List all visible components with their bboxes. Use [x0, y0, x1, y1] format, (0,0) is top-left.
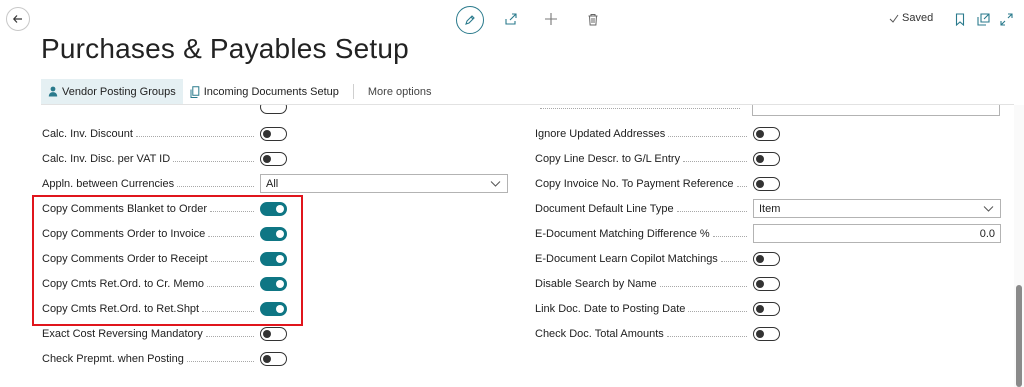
vendor-posting-groups-label: Vendor Posting Groups [62, 85, 176, 98]
field-calc-inv-disc-per-vat-id: Calc. Inv. Disc. per VAT ID [42, 146, 512, 171]
exact-cost-reversing-mandatory-toggle[interactable] [260, 326, 287, 341]
field-label: Link Doc. Date to Posting Date [535, 302, 753, 315]
check-icon [889, 14, 899, 23]
right-field-column: Ignore Updated Addresses Copy Line Descr… [535, 121, 1005, 346]
person-icon [48, 86, 58, 97]
expand-button[interactable] [997, 10, 1015, 28]
field-label: Copy Line Descr. to G/L Entry [535, 152, 753, 165]
field-label: Appln. between Currencies [42, 177, 260, 190]
expand-icon [999, 12, 1013, 26]
plus-icon [545, 13, 557, 25]
field-label: Copy Invoice No. To Payment Reference [535, 177, 753, 190]
scrolled-off-toggle [260, 105, 288, 115]
save-status: Saved [889, 12, 933, 24]
incoming-documents-setup-label: Incoming Documents Setup [203, 85, 339, 98]
new-button[interactable] [542, 10, 560, 28]
edit-button[interactable] [456, 6, 484, 34]
field-link-doc-date-to-posting-date: Link Doc. Date to Posting Date [535, 296, 1005, 321]
incoming-documents-setup-button[interactable]: Incoming Documents Setup [183, 79, 346, 104]
scrollbar-thumb[interactable] [1016, 285, 1022, 387]
check-prepmt-when-posting-toggle[interactable] [260, 351, 287, 366]
field-label: Calc. Inv. Disc. per VAT ID [42, 152, 260, 165]
document-default-line-type-select[interactable]: Item [753, 199, 1001, 218]
disable-search-by-name-toggle[interactable] [753, 276, 780, 291]
scrolled-off-label-leader [540, 108, 740, 109]
field-label: E-Document Matching Difference % [535, 227, 753, 240]
more-options-label: More options [367, 85, 432, 98]
field-label: Ignore Updated Addresses [535, 127, 753, 140]
document-icon [190, 85, 200, 98]
select-value: All [266, 177, 279, 190]
more-options-button[interactable]: More options [361, 79, 439, 104]
back-arrow-icon [12, 15, 22, 23]
vendor-posting-groups-button[interactable]: Vendor Posting Groups [41, 79, 183, 104]
check-doc-total-amounts-toggle[interactable] [753, 326, 780, 341]
e-document-matching-difference-input[interactable]: 0.0 [753, 224, 1001, 243]
action-bar: Vendor Posting Groups Incoming Documents… [41, 79, 1014, 105]
field-check-doc-total-amounts: Check Doc. Total Amounts [535, 321, 1005, 346]
field-copy-invoice-no-to-payment-reference: Copy Invoice No. To Payment Reference [535, 171, 1005, 196]
select-value: Item [759, 202, 781, 215]
calc-inv-discount-toggle[interactable] [260, 126, 287, 141]
open-new-window-icon [976, 12, 990, 26]
field-e-document-matching-difference: E-Document Matching Difference % 0.0 [535, 221, 1005, 246]
pencil-icon [465, 15, 475, 25]
field-label: Check Prepmt. when Posting [42, 352, 260, 365]
copy-line-descr-to-gl-entry-toggle[interactable] [753, 151, 780, 166]
action-separator [352, 84, 354, 99]
field-disable-search-by-name: Disable Search by Name [535, 271, 1005, 296]
calc-inv-disc-per-vat-id-toggle[interactable] [260, 151, 287, 166]
scrolled-off-field [752, 105, 1000, 117]
bookmark-button[interactable] [951, 10, 969, 28]
field-copy-line-descr-to-gl-entry: Copy Line Descr. to G/L Entry [535, 146, 1005, 171]
trash-icon [588, 13, 598, 25]
field-appln-between-currencies: Appln. between Currencies All [42, 171, 512, 196]
open-in-new-window-button[interactable] [974, 10, 992, 28]
field-label: Disable Search by Name [535, 277, 753, 290]
ignore-updated-addresses-toggle[interactable] [753, 126, 780, 141]
input-value: 0.0 [979, 227, 995, 240]
field-ignore-updated-addresses: Ignore Updated Addresses [535, 121, 1005, 146]
field-calc-inv-discount: Calc. Inv. Discount [42, 121, 512, 146]
field-label: Exact Cost Reversing Mandatory [42, 327, 260, 340]
field-document-default-line-type: Document Default Line Type Item [535, 196, 1005, 221]
share-button[interactable] [502, 10, 520, 28]
appln-between-currencies-select[interactable]: All [260, 174, 508, 193]
share-icon [505, 13, 517, 25]
chevron-down-icon [490, 181, 501, 187]
page-title: Purchases & Payables Setup [41, 33, 409, 64]
field-check-prepmt-when-posting: Check Prepmt. when Posting [42, 346, 512, 371]
field-e-document-learn-copilot-matchings: E-Document Learn Copilot Matchings [535, 246, 1005, 271]
back-button[interactable] [6, 7, 30, 31]
field-label: Calc. Inv. Discount [42, 127, 260, 140]
field-label: E-Document Learn Copilot Matchings [535, 252, 753, 265]
delete-button[interactable] [584, 10, 602, 28]
field-label: Document Default Line Type [535, 202, 753, 215]
bookmark-icon [955, 12, 965, 26]
field-label: Check Doc. Total Amounts [535, 327, 753, 340]
e-document-learn-copilot-matchings-toggle[interactable] [753, 251, 780, 266]
link-doc-date-to-posting-date-toggle[interactable] [753, 301, 780, 316]
chevron-down-icon [983, 206, 994, 212]
save-status-text: Saved [902, 12, 934, 24]
copy-invoice-no-to-payment-reference-toggle[interactable] [753, 176, 780, 191]
